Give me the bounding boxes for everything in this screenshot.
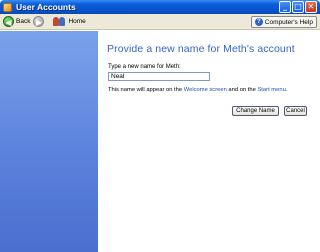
- main-content: Provide a new name for Meth's account Ty…: [98, 31, 320, 252]
- help-icon: ?: [254, 18, 263, 26]
- window-controls: _ □ ✕: [279, 1, 317, 13]
- home-icon: [53, 16, 66, 27]
- home-label: Home: [68, 18, 86, 25]
- window-title: User Accounts: [16, 2, 76, 12]
- user-accounts-icon: [3, 2, 12, 12]
- back-arrow-icon: ◀: [3, 16, 14, 27]
- info-middle: and on the: [226, 87, 258, 93]
- maximize-button[interactable]: □: [292, 1, 304, 13]
- home-button[interactable]: Home: [47, 15, 86, 29]
- change-name-button[interactable]: Change Name: [232, 106, 279, 116]
- info-prefix: This name will appear on the: [108, 87, 184, 93]
- help-label: Computer's Help: [264, 18, 313, 26]
- new-name-input[interactable]: [108, 72, 210, 81]
- back-button[interactable]: ◀ Back: [3, 15, 30, 29]
- info-text: This name will appear on the Welcome scr…: [108, 87, 287, 93]
- back-label: Back: [16, 18, 31, 25]
- minimize-button[interactable]: _: [279, 1, 291, 13]
- sidebar-panel: [0, 31, 98, 252]
- forward-button[interactable]: ▶: [33, 15, 45, 29]
- info-suffix: .: [285, 87, 288, 93]
- name-prompt-label: Type a new name for Meth:: [108, 64, 181, 70]
- help-button[interactable]: ? Computer's Help: [250, 16, 317, 28]
- title-bar: User Accounts _ □ ✕: [0, 0, 320, 14]
- cancel-button[interactable]: Cancel: [284, 106, 307, 116]
- page-title: Provide a new name for Meth's account: [107, 43, 295, 55]
- welcome-screen-link[interactable]: Welcome screen: [184, 87, 227, 93]
- forward-arrow-icon: ▶: [33, 16, 45, 27]
- close-button[interactable]: ✕: [305, 1, 317, 13]
- start-menu-link[interactable]: Start menu: [257, 87, 285, 93]
- toolbar: ◀ Back ▶ Home ? Computer's Help: [0, 14, 320, 30]
